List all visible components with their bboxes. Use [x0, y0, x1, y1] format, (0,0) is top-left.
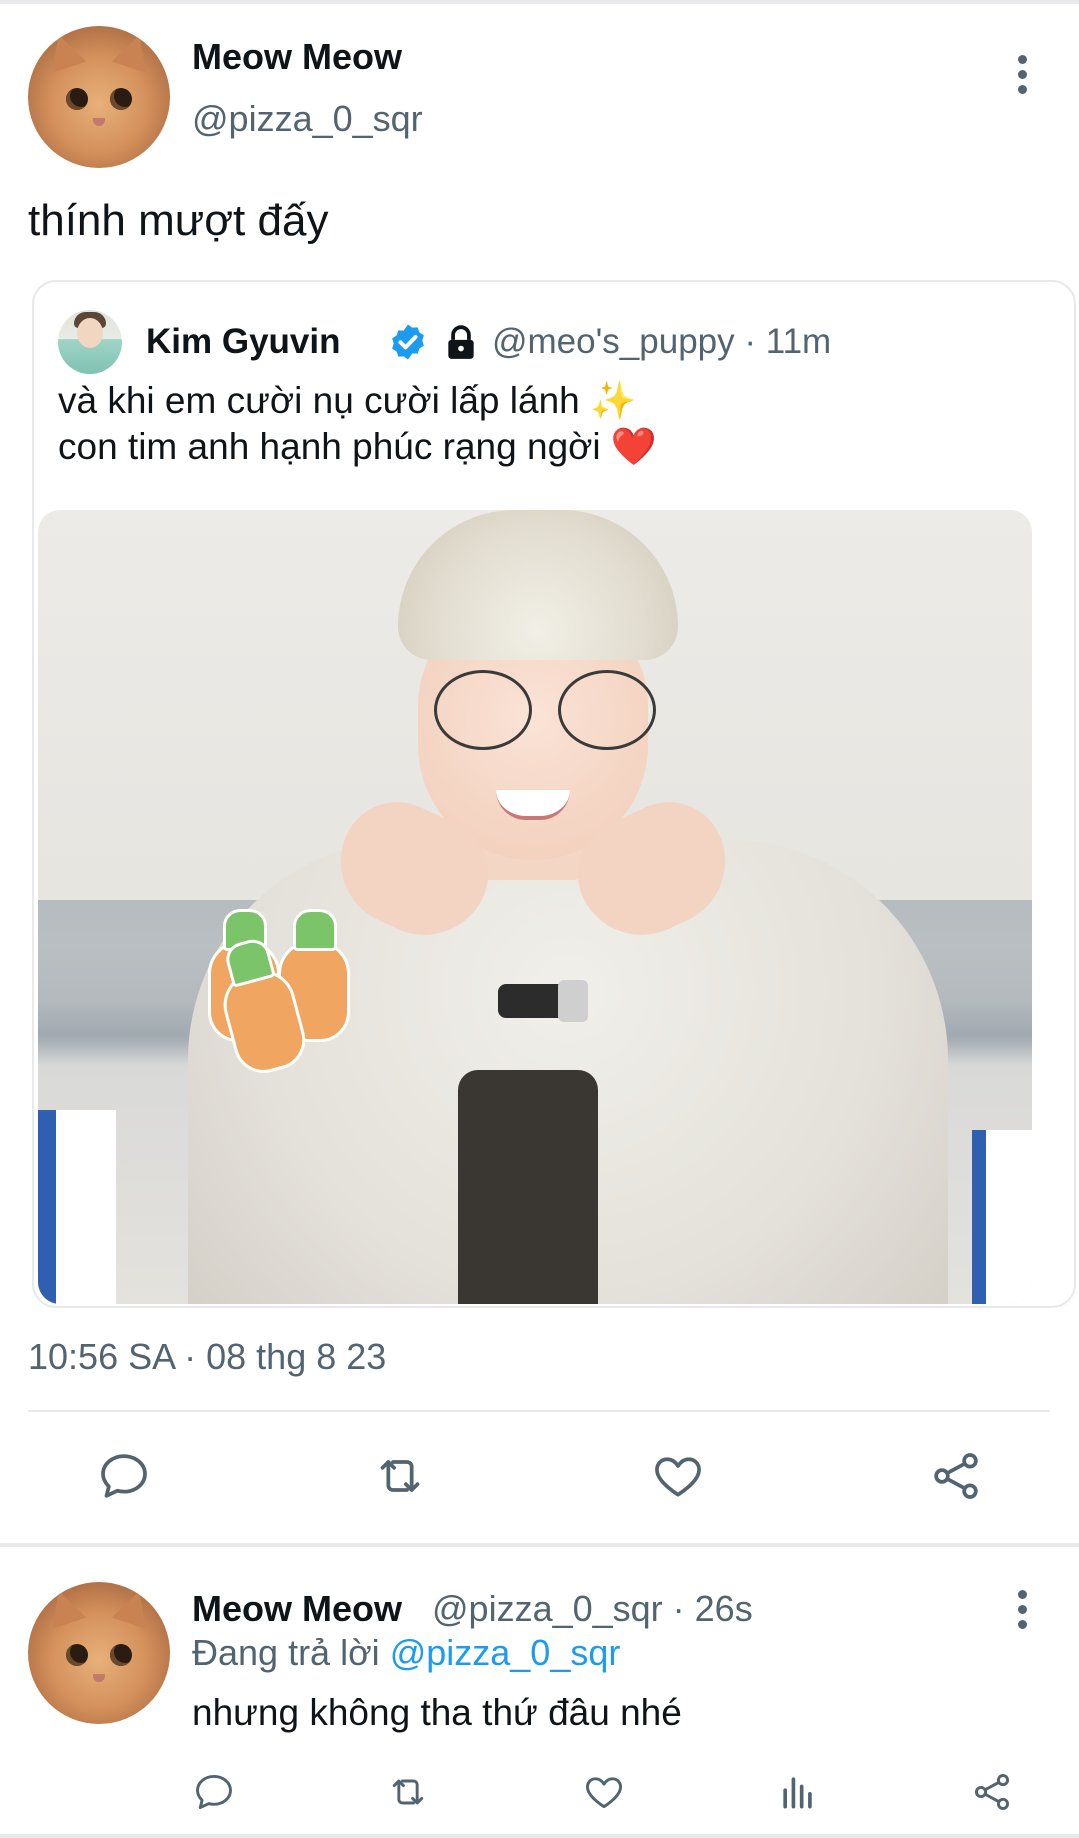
- quoted-author-avatar: [58, 310, 122, 374]
- like-icon[interactable]: [650, 1448, 706, 1504]
- reply-handle-time[interactable]: @pizza_0_sqr · 26s: [432, 1588, 753, 1630]
- replying-to-line: Đang trả lời @pizza_0_sqr: [192, 1632, 620, 1674]
- replying-prefix: Đang trả lời: [192, 1632, 390, 1673]
- retweet-icon[interactable]: [372, 1448, 428, 1504]
- quoted-text-line2: con tim anh hạnh phúc rạng ngời ❤️: [58, 426, 657, 467]
- section-divider: [0, 1543, 1079, 1547]
- share-icon[interactable]: [970, 1770, 1014, 1814]
- divider: [28, 1410, 1050, 1412]
- analytics-icon[interactable]: [776, 1770, 820, 1814]
- reply-more-options-icon[interactable]: [1018, 1590, 1028, 1635]
- quoted-tweet-card[interactable]: Kim Gyuvin @meo's_puppy · 11m và khi em …: [32, 280, 1076, 1308]
- reply-icon[interactable]: [96, 1448, 152, 1504]
- reply-text: nhưng không tha thứ đâu nhé: [192, 1692, 682, 1733]
- author-handle[interactable]: @pizza_0_sqr: [192, 98, 423, 140]
- lock-icon: [448, 325, 474, 359]
- author-avatar[interactable]: [28, 26, 170, 168]
- top-divider: [0, 0, 1079, 4]
- retweet-icon[interactable]: [386, 1770, 430, 1814]
- quoted-photo[interactable]: [38, 510, 1032, 1304]
- tweet-timestamp: 10:56 SA · 08 thg 8 23: [28, 1336, 387, 1377]
- tweet-text: thính mượt đấy: [28, 196, 329, 245]
- share-icon[interactable]: [928, 1448, 984, 1504]
- quoted-text-line1: và khi em cười nụ cười lấp lánh ✨: [58, 380, 637, 421]
- quoted-handle-time: @meo's_puppy · 11m: [492, 322, 832, 361]
- author-name[interactable]: Meow Meow: [192, 36, 402, 78]
- bottom-divider: [0, 1834, 1079, 1838]
- verified-badge-icon: [392, 324, 424, 360]
- reply-icon[interactable]: [192, 1770, 236, 1814]
- reply-author-avatar[interactable]: [28, 1582, 170, 1724]
- quoted-author-name: Kim Gyuvin: [146, 322, 341, 361]
- more-options-icon[interactable]: [1018, 55, 1028, 100]
- replying-to-mention[interactable]: @pizza_0_sqr: [390, 1632, 621, 1673]
- like-icon[interactable]: [582, 1770, 626, 1814]
- reply-author-name[interactable]: Meow Meow: [192, 1588, 402, 1630]
